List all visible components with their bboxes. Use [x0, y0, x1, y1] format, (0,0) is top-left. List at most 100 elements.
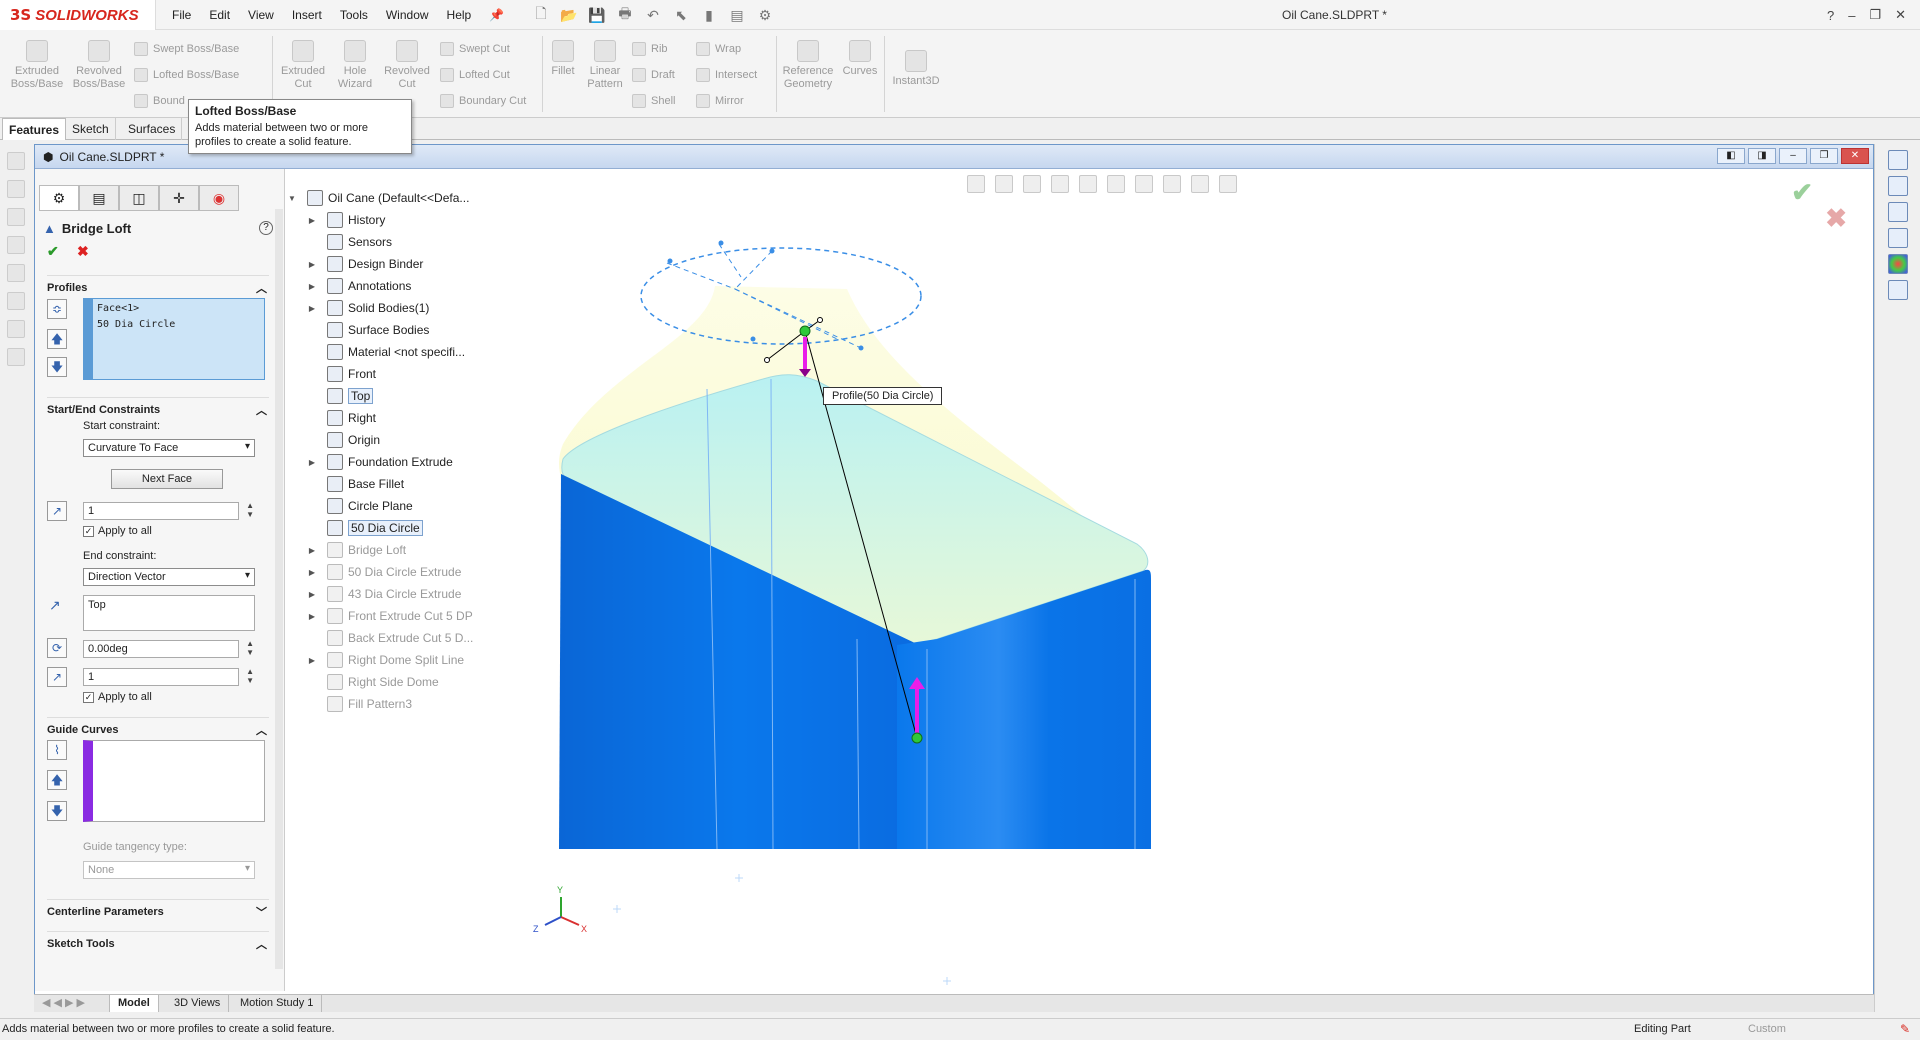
expand-arrow-icon[interactable]: ▶ [307, 282, 317, 291]
extruded-cut-button[interactable]: Extruded Cut [276, 40, 330, 91]
reference-geometry-button[interactable]: Reference Geometry [780, 40, 836, 91]
tree-item[interactable]: ▶ Bridge Loft [307, 541, 406, 559]
tree-item[interactable]: Fill Pattern3 [307, 695, 412, 713]
tree-item[interactable]: Surface Bodies [307, 321, 429, 339]
sketch-tools-header[interactable]: Sketch Tools ︿ [47, 931, 269, 951]
dimxpert-tab-icon[interactable]: ✛ [159, 185, 199, 211]
spinner-arrows-icon[interactable]: ▲ ▼ [246, 639, 254, 657]
tree-item[interactable]: ▶ Solid Bodies(1) [307, 299, 429, 317]
start-end-constraints-header[interactable]: Start/End Constraints ︿ [47, 397, 269, 418]
swept-cut-button[interactable]: Swept Cut [440, 42, 510, 56]
draft-angle-input[interactable]: 0.00deg ▲ ▼ [83, 639, 254, 658]
help-icon[interactable]: ? [1827, 8, 1834, 23]
tree-item[interactable]: ▶ Front Extrude Cut 5 DP [307, 607, 473, 625]
rebuild-icon[interactable]: ▮ [698, 7, 720, 24]
lofted-cut-button[interactable]: Lofted Cut [440, 68, 510, 82]
custom-properties-icon[interactable] [1887, 280, 1908, 300]
menu-insert[interactable]: Insert [292, 8, 322, 22]
profiles-list[interactable]: Face<1> 50 Dia Circle [83, 298, 265, 380]
rectangle-tool-icon[interactable] [7, 236, 25, 254]
tree-item[interactable]: Sensors [307, 233, 392, 251]
minimize-button[interactable]: – [1848, 8, 1855, 23]
move-up-icon[interactable]: 🡅 [47, 329, 67, 349]
expand-arrow-icon[interactable]: ▶ [307, 612, 317, 621]
apply-to-all-checkbox[interactable]: ✓ Apply to all [83, 525, 152, 537]
relations-tool-icon[interactable] [7, 348, 25, 366]
tree-item[interactable]: Material <not specifi... [307, 343, 465, 361]
tree-item[interactable]: Origin [307, 431, 380, 449]
expand-arrow-icon[interactable]: ▶ [307, 656, 317, 665]
expand-icon[interactable]: ﹀ [256, 904, 267, 920]
profiles-section-header[interactable]: Profiles ︿ [47, 275, 269, 296]
spinner-arrows-icon[interactable]: ▲ ▼ [246, 667, 254, 685]
tree-item[interactable]: ▶ 43 Dia Circle Extrude [307, 585, 461, 603]
units-selector[interactable]: Custom [1748, 1023, 1786, 1035]
tree-item[interactable]: ▶ History [307, 211, 385, 229]
start-constraint-select[interactable]: Curvature To Face [83, 439, 255, 457]
fillet-button[interactable]: Fillet [548, 40, 578, 78]
doc-close-button[interactable]: ✕ [1841, 148, 1869, 164]
menu-help[interactable]: Help [447, 8, 472, 22]
guide-move-up-icon[interactable]: 🡅 [47, 770, 67, 790]
draft-button[interactable]: Draft [632, 68, 675, 82]
pm-ok-button[interactable]: ✔ [47, 243, 59, 260]
close-button[interactable]: ✕ [1895, 7, 1906, 23]
tab-model[interactable]: Model [110, 995, 159, 1012]
home-icon[interactable] [1887, 150, 1908, 170]
menu-view[interactable]: View [248, 8, 274, 22]
next-face-button[interactable]: Next Face [111, 469, 223, 489]
guide-curves-list[interactable] [83, 740, 265, 822]
tree-item[interactable]: Top [307, 387, 374, 405]
tree-item[interactable]: ▶ Right Dome Split Line [307, 651, 464, 669]
collapse-icon[interactable]: ︿ [256, 402, 267, 418]
direction-vector-field[interactable]: Top [83, 595, 255, 631]
display-manager-tab-icon[interactable]: ◉ [199, 185, 239, 211]
collapse-icon[interactable]: ︿ [256, 722, 267, 738]
file-explorer-icon[interactable] [1887, 202, 1908, 222]
revolved-cut-button[interactable]: Revolved Cut [380, 40, 434, 91]
doc-minimize-button[interactable]: – [1779, 148, 1807, 164]
start-tangent-length-input[interactable]: 1 ▲ ▼ [83, 501, 254, 520]
spinner-arrows-icon[interactable]: ▲ ▼ [246, 501, 254, 519]
tree-item[interactable]: ▶ Annotations [307, 277, 411, 295]
expand-arrow-icon[interactable]: ▶ [307, 590, 317, 599]
hole-wizard-button[interactable]: Hole Wizard [330, 40, 380, 91]
tab-scroll-arrows-icon[interactable]: ◀ ◀ ▶ ▶ [34, 995, 110, 1012]
profile-callout[interactable]: Profile(50 Dia Circle) [823, 387, 943, 405]
expand-arrow-icon[interactable]: ▶ [307, 260, 317, 269]
tree-item[interactable]: Right Side Dome [307, 673, 439, 691]
sketch-tool-icon[interactable] [7, 152, 25, 170]
curves-button[interactable]: Curves [840, 40, 880, 78]
line-tool-icon[interactable] [7, 208, 25, 226]
swept-boss-button[interactable]: Swept Boss/Base [134, 42, 239, 56]
guide-curves-header[interactable]: Guide Curves ︿ [47, 717, 269, 738]
expand-arrow-icon[interactable]: ▶ [307, 458, 317, 467]
rib-button[interactable]: Rib [632, 42, 668, 56]
trim-tool-icon[interactable] [7, 320, 25, 338]
end-constraint-select[interactable]: Direction Vector [83, 568, 255, 586]
lofted-boss-button[interactable]: Lofted Boss/Base [134, 68, 239, 82]
profile-item[interactable]: 50 Dia Circle [97, 319, 175, 330]
intersect-button[interactable]: Intersect [696, 68, 757, 82]
shell-button[interactable]: Shell [632, 94, 675, 108]
pm-help-icon[interactable]: ? [259, 221, 273, 235]
file-properties-icon[interactable]: ▤ [726, 7, 748, 24]
circle-tool-icon[interactable] [7, 264, 25, 282]
tab-surfaces[interactable]: Surfaces [122, 118, 183, 140]
smart-dimension-icon[interactable] [7, 180, 25, 198]
pm-cancel-button[interactable]: ✖ [77, 243, 89, 260]
wrap-button[interactable]: Wrap [696, 42, 741, 56]
menu-tools[interactable]: Tools [340, 8, 368, 22]
select-icon[interactable]: ⬉ [670, 7, 692, 24]
collapse-icon[interactable]: ︿ [256, 280, 267, 296]
mirror-button[interactable]: Mirror [696, 94, 744, 108]
expand-arrow-icon[interactable]: ▶ [307, 304, 317, 313]
boundary-cut-button[interactable]: Boundary Cut [440, 94, 526, 108]
linear-pattern-button[interactable]: Linear Pattern [584, 40, 626, 91]
tree-item[interactable]: 50 Dia Circle [307, 519, 423, 537]
expand-arrow-icon[interactable]: ▶ [307, 568, 317, 577]
menu-file[interactable]: File [172, 8, 191, 22]
boundary-boss-button[interactable]: Bound [134, 94, 185, 108]
menu-window[interactable]: Window [386, 8, 429, 22]
centerline-parameters-header[interactable]: Centerline Parameters ﹀ [47, 899, 269, 920]
